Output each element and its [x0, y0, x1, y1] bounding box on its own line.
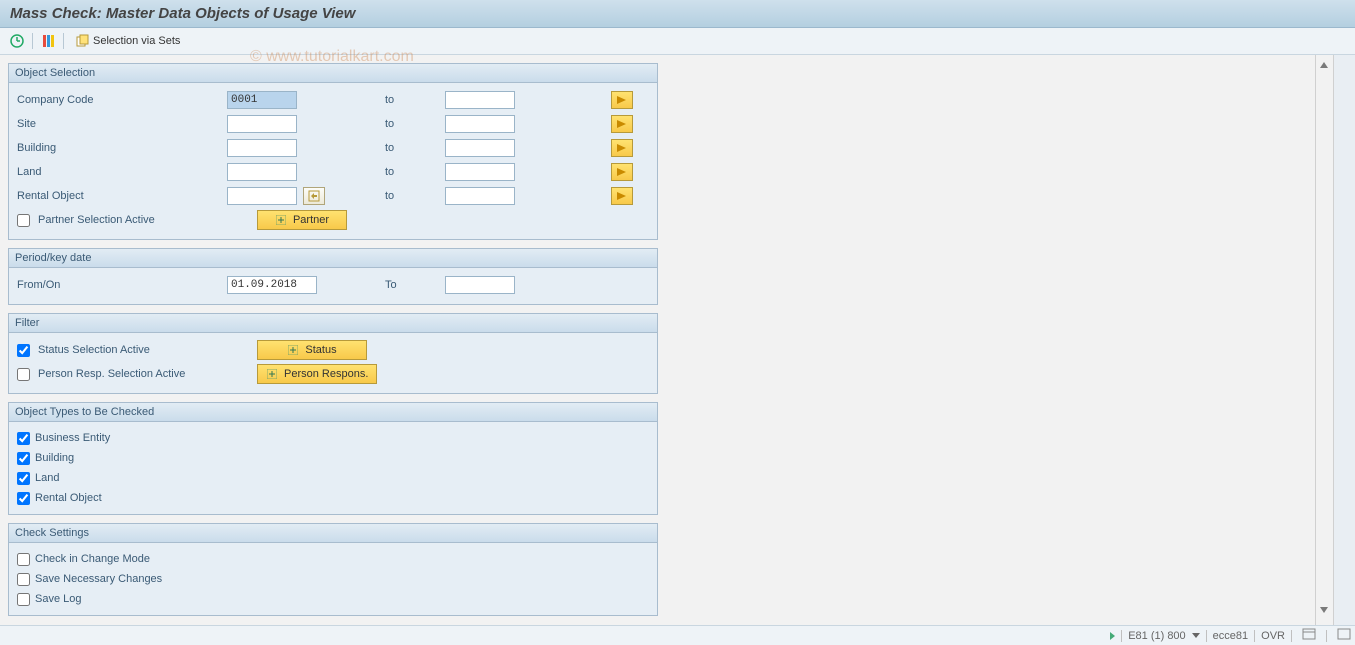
- checkbox-obj-land[interactable]: [17, 472, 30, 485]
- label-rental-object: Rental Object: [17, 190, 227, 202]
- label-building: Building: [17, 142, 227, 154]
- scroll-down-icon[interactable]: [1318, 604, 1330, 616]
- panel-header-check-settings: Check Settings: [9, 524, 657, 543]
- status-system: E81 (1) 800: [1128, 630, 1185, 642]
- status-settings-icon[interactable]: [1298, 628, 1320, 643]
- panel-object-types: Object Types to Be Checked Business Enti…: [8, 402, 658, 515]
- label-company-code: Company Code: [17, 94, 227, 106]
- panel-filter: Filter Status Selection Active Status: [8, 313, 658, 394]
- input-site-to[interactable]: [445, 115, 515, 133]
- button-partner[interactable]: Partner: [257, 210, 347, 230]
- checkbox-business-entity[interactable]: [17, 432, 30, 445]
- input-building-from[interactable]: [227, 139, 297, 157]
- multiselect-building[interactable]: [611, 139, 633, 157]
- checkbox-person-selection[interactable]: [17, 368, 30, 381]
- label-save-log: Save Log: [35, 593, 81, 605]
- status-server: ecce81: [1213, 630, 1248, 642]
- label-to: to: [385, 118, 445, 130]
- label-to: to: [385, 94, 445, 106]
- button-person-responsible[interactable]: Person Respons.: [257, 364, 377, 384]
- button-status[interactable]: Status: [257, 340, 367, 360]
- expand-icon: [266, 368, 278, 380]
- panel-header-filter: Filter: [9, 314, 657, 333]
- checkbox-obj-building[interactable]: [17, 452, 30, 465]
- input-building-to[interactable]: [445, 139, 515, 157]
- label-period-to: To: [385, 279, 445, 291]
- label-partner-selection: Partner Selection Active: [17, 214, 227, 227]
- selection-via-sets-label: Selection via Sets: [93, 35, 180, 47]
- title-bar: Mass Check: Master Data Objects of Usage…: [0, 0, 1355, 28]
- content-area: Object Selection Company Code to Site to: [0, 55, 1355, 640]
- button-person-label: Person Respons.: [284, 368, 368, 380]
- input-site-from[interactable]: [227, 115, 297, 133]
- input-land-from[interactable]: [227, 163, 297, 181]
- toolbar-separator: [63, 33, 64, 49]
- expand-icon: [275, 214, 287, 226]
- input-period-from[interactable]: [227, 276, 317, 294]
- label-from-on: From/On: [17, 279, 227, 291]
- input-rental-object-to[interactable]: [445, 187, 515, 205]
- label-obj-building: Building: [35, 452, 74, 464]
- panel-header-object-selection: Object Selection: [9, 64, 657, 83]
- label-land: Land: [17, 166, 227, 178]
- label-obj-rental: Rental Object: [35, 492, 102, 504]
- scroll-up-icon[interactable]: [1318, 59, 1330, 71]
- main-column: Object Selection Company Code to Site to: [0, 55, 666, 640]
- label-to: to: [385, 190, 445, 202]
- panel-check-settings: Check Settings Check in Change Mode Save…: [8, 523, 658, 616]
- checkbox-save-log[interactable]: [17, 593, 30, 606]
- status-bar: E81 (1) 800 ecce81 OVR: [0, 625, 1355, 645]
- sets-icon: [76, 34, 90, 48]
- button-status-label: Status: [305, 344, 336, 356]
- selection-via-sets-button[interactable]: Selection via Sets: [70, 32, 186, 50]
- status-expand-icon[interactable]: [1110, 632, 1115, 640]
- search-help-rental-object[interactable]: [303, 187, 325, 205]
- label-to: to: [385, 142, 445, 154]
- checkbox-change-mode[interactable]: [17, 553, 30, 566]
- page-title: Mass Check: Master Data Objects of Usage…: [10, 5, 355, 22]
- input-land-to[interactable]: [445, 163, 515, 181]
- label-change-mode: Check in Change Mode: [35, 553, 150, 565]
- multiselect-site[interactable]: [611, 115, 633, 133]
- input-rental-object-from[interactable]: [227, 187, 297, 205]
- label-to: to: [385, 166, 445, 178]
- checkbox-status-selection[interactable]: [17, 344, 30, 357]
- status-window-icon[interactable]: [1333, 628, 1355, 643]
- multiselect-rental-object[interactable]: [611, 187, 633, 205]
- checkbox-partner-selection[interactable]: [17, 214, 30, 227]
- label-person-selection: Person Resp. Selection Active: [17, 368, 227, 381]
- checkbox-save-changes[interactable]: [17, 573, 30, 586]
- multiselect-land[interactable]: [611, 163, 633, 181]
- status-mode: OVR: [1261, 630, 1285, 642]
- label-obj-land: Land: [35, 472, 59, 484]
- multiselect-company-code[interactable]: [611, 91, 633, 109]
- app-toolbar: Selection via Sets: [0, 28, 1355, 55]
- execute-icon[interactable]: [8, 32, 26, 50]
- checkbox-obj-rental[interactable]: [17, 492, 30, 505]
- input-company-code-from[interactable]: [227, 91, 297, 109]
- label-business-entity: Business Entity: [35, 432, 110, 444]
- inner-scrollbar[interactable]: [1315, 55, 1333, 640]
- toolbar-separator: [32, 33, 33, 49]
- button-partner-label: Partner: [293, 214, 329, 226]
- label-save-changes: Save Necessary Changes: [35, 573, 162, 585]
- panel-object-selection: Object Selection Company Code to Site to: [8, 63, 658, 240]
- label-site: Site: [17, 118, 227, 130]
- variant-icon[interactable]: [39, 32, 57, 50]
- panel-period: Period/key date From/On To: [8, 248, 658, 305]
- input-period-to[interactable]: [445, 276, 515, 294]
- panel-header-object-types: Object Types to Be Checked: [9, 403, 657, 422]
- expand-icon: [287, 344, 299, 356]
- input-company-code-to[interactable]: [445, 91, 515, 109]
- label-status-selection: Status Selection Active: [17, 344, 227, 357]
- outer-scrollbar[interactable]: [1333, 55, 1355, 640]
- panel-header-period: Period/key date: [9, 249, 657, 268]
- dropdown-icon[interactable]: [1192, 633, 1200, 638]
